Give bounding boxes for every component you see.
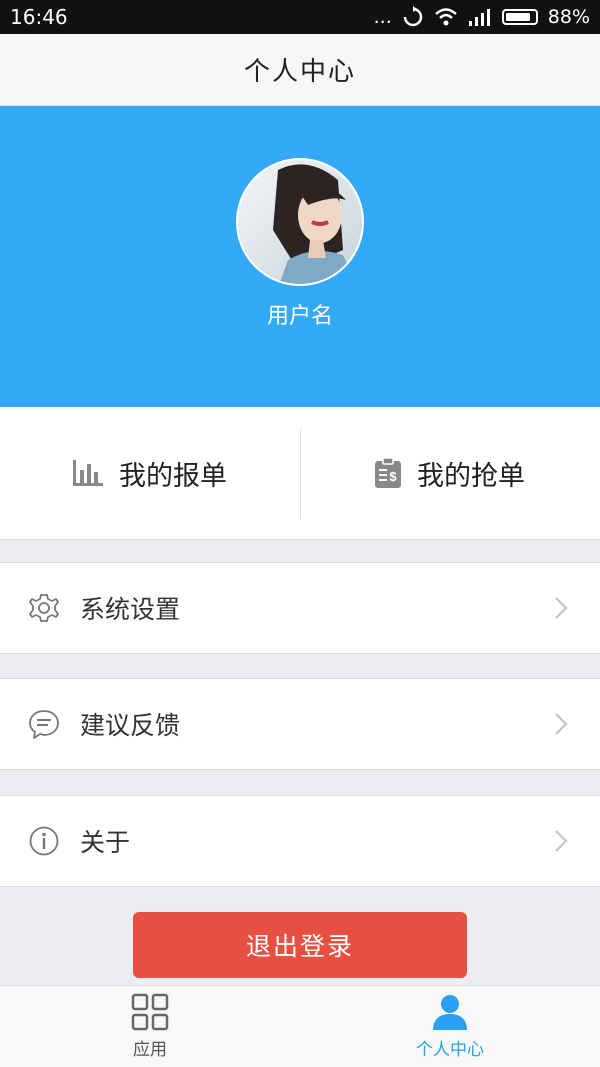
username[interactable]: 用户名 [0, 298, 600, 330]
my-grabs-button[interactable]: $ 我的抢单 [300, 407, 600, 539]
status-bar: 16:46 ... 88% [0, 0, 600, 34]
tab-apps-label: 应用 [133, 1040, 167, 1060]
nav-bar: 个人中心 [0, 34, 600, 106]
sync-icon [403, 6, 422, 27]
battery-percent: 88% [547, 6, 590, 28]
tab-profile[interactable]: 个人中心 [300, 986, 600, 1067]
menu-label-settings: 系统设置 [80, 595, 181, 624]
status-indicators: ... 88% [374, 6, 590, 28]
svg-text:$: $ [389, 469, 397, 484]
menu-item-settings[interactable]: 系统设置 [0, 562, 600, 654]
menu-item-feedback[interactable]: 建议反馈 [0, 678, 600, 770]
tab-profile-label: 个人中心 [416, 1040, 484, 1060]
menu-label-about: 关于 [80, 828, 131, 857]
gear-icon [28, 592, 60, 624]
profile-banner: 用户名 [0, 106, 600, 407]
orders-row: 我的报单 $ 我的抢单 [0, 407, 600, 540]
menu-label-feedback: 建议反馈 [80, 711, 181, 740]
my-reports-button[interactable]: 我的报单 [0, 407, 300, 539]
tab-bar: 应用 个人中心 [0, 985, 600, 1067]
info-icon [28, 825, 60, 857]
menu-item-about[interactable]: 关于 [0, 795, 600, 887]
chevron-right-icon [555, 830, 568, 852]
bar-chart-icon [73, 460, 103, 486]
more-dots-icon: ... [373, 6, 392, 28]
status-time: 16:46 [10, 5, 68, 29]
battery-icon [501, 9, 538, 25]
my-grabs-label: 我的抢单 [417, 460, 525, 492]
logout-button[interactable]: 退出登录 [133, 912, 467, 978]
wifi-icon [434, 8, 457, 26]
grid-icon [131, 993, 169, 1031]
avatar[interactable] [236, 158, 364, 286]
clipboard-money-icon: $ [375, 458, 401, 488]
my-reports-label: 我的报单 [119, 460, 227, 492]
chevron-right-icon [555, 713, 568, 735]
page-title: 个人中心 [243, 57, 356, 87]
avatar-image [273, 164, 357, 284]
chat-bubble-icon [28, 708, 60, 740]
signal-icon [468, 9, 490, 26]
person-icon [433, 995, 467, 1030]
tab-apps[interactable]: 应用 [0, 986, 300, 1067]
chevron-right-icon [555, 597, 568, 619]
